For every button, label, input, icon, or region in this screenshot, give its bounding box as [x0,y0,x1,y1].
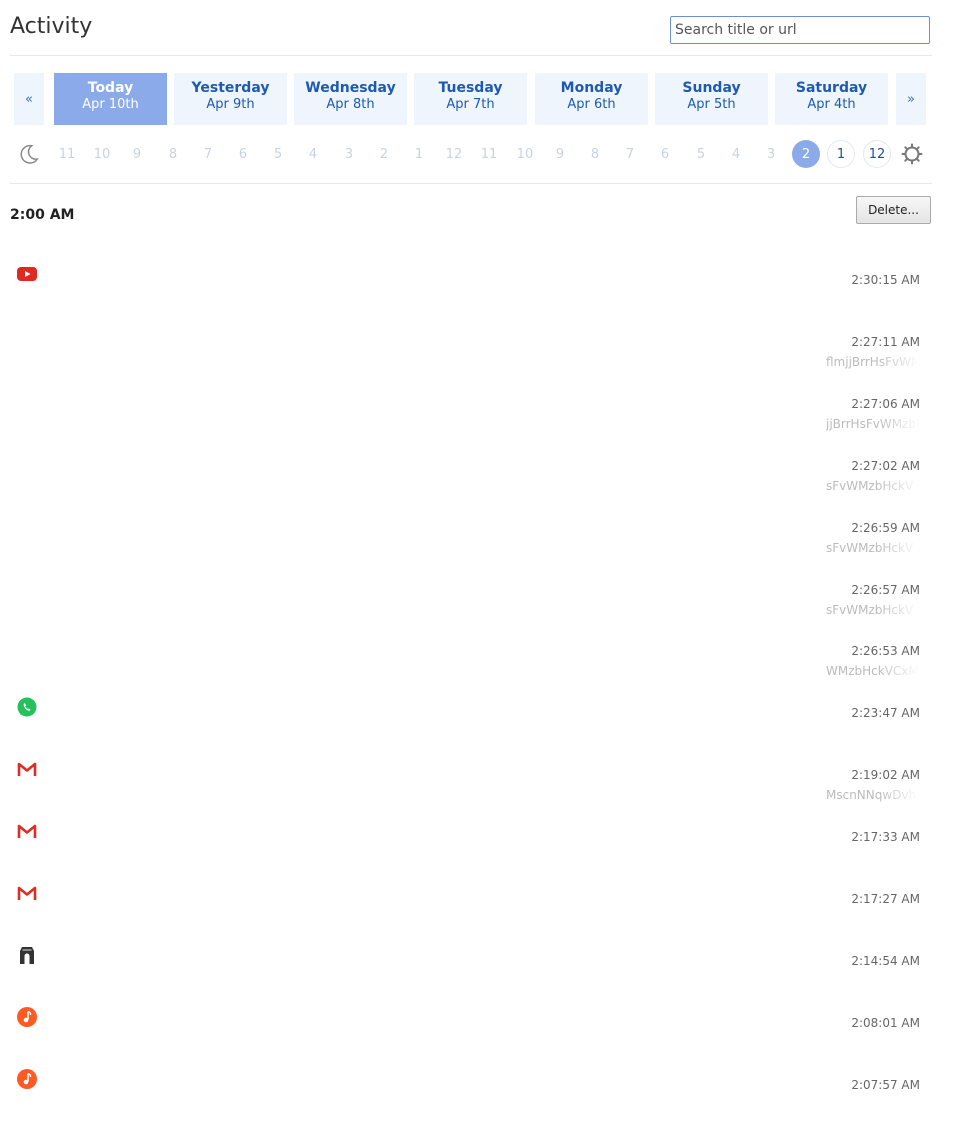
history-entry[interactable]: 2:23:47 AM [10,694,932,754]
day-tab-wednesday[interactable]: Wednesday Apr 8th [294,73,407,125]
hour-button[interactable]: 1 [827,140,855,168]
prev-days-button[interactable]: « [14,73,44,125]
day-tab-date: Apr 9th [206,97,255,112]
entry-url[interactable]: WMzbHckVCxM [826,664,920,678]
history-entry[interactable]: 2:08:01 AM [10,1004,932,1064]
day-tab-sunday[interactable]: Sunday Apr 5th [655,73,768,125]
moon-icon [20,144,39,164]
day-tab-date: Apr 10th [82,97,139,112]
hour-button: 6 [238,146,248,162]
entry-time: 2:14:54 AM [851,954,920,968]
history-entry[interactable]: 2:26:57 AM sFvWMzbHckV [10,571,932,631]
day-tab-name: Monday [560,80,623,96]
hour-button: 3 [766,146,776,162]
delete-button[interactable]: Delete... [856,196,931,224]
gmail-icon [17,824,37,838]
history-entry[interactable]: 2:26:59 AM sFvWMzbHckV [10,509,932,569]
hour-button: 7 [203,146,213,162]
entry-time: 2:27:06 AM [851,397,920,411]
hour-button: 12 [445,146,463,162]
day-tab-monday[interactable]: Monday Apr 6th [535,73,648,125]
hour-button: 7 [625,146,635,162]
header-divider [10,55,932,56]
page-title: Activity [10,14,93,39]
hour-button: 10 [516,146,534,162]
entry-url[interactable]: MscnNNqwDvh [826,788,920,802]
entry-url[interactable]: sFvWMzbHckV [826,603,920,617]
history-entry[interactable]: 2:27:06 AM jjBrrHsFvWMzbH [10,385,932,445]
hour-button: 9 [132,146,142,162]
search-input[interactable] [670,16,930,44]
music-icon [17,1069,37,1089]
entry-url[interactable]: sFvWMzbHckV [826,479,920,493]
day-tab-date: Apr 4th [807,97,856,112]
entry-time: 2:27:02 AM [851,459,920,473]
gmail-icon [17,762,37,776]
entry-url[interactable]: sFvWMzbHckV [826,541,920,555]
day-tab-date: Apr 6th [567,97,616,112]
hour-button[interactable]: 12 [863,140,891,168]
gmail-icon [17,886,37,900]
hour-button: 5 [696,146,706,162]
entry-time: 2:08:01 AM [851,1016,920,1030]
day-tab-name: Sunday [682,80,741,96]
gear-icon[interactable] [900,142,924,166]
entry-url[interactable]: flmjjBrrHsFvWM [826,355,920,369]
history-entry[interactable]: 2:17:27 AM [10,880,932,940]
hour-button: 8 [168,146,178,162]
entry-url[interactable]: jjBrrHsFvWMzbH [826,417,920,431]
history-entry[interactable]: 2:19:02 AM MscnNNqwDvh [10,756,932,816]
day-tab-name: Saturday [795,80,868,96]
hour-button: 11 [58,146,76,162]
hours-divider [10,183,932,184]
hour-button: 3 [344,146,354,162]
section-time-heading: 2:00 AM [10,207,75,223]
day-tab-name: Tuesday [438,80,503,96]
hour-button: 6 [660,146,670,162]
hour-button: 4 [731,146,741,162]
entry-time: 2:26:57 AM [851,583,920,597]
day-tab-tuesday[interactable]: Tuesday Apr 7th [414,73,527,125]
hour-button: 5 [273,146,283,162]
hour-button: 9 [555,146,565,162]
history-entry[interactable]: 2:17:33 AM [10,818,932,878]
entry-time: 2:19:02 AM [851,768,920,782]
hour-button: 10 [93,146,111,162]
hour-button: 11 [480,146,498,162]
music-icon [17,1007,37,1027]
entry-time: 2:26:53 AM [851,644,920,658]
day-tab-name: Yesterday [191,80,270,96]
youtube-icon [17,267,37,281]
hour-button: 2 [379,146,389,162]
arch-icon [20,947,34,964]
day-tab-date: Apr 8th [326,97,375,112]
day-tab-today[interactable]: Today Apr 10th [54,73,167,125]
whatsapp-icon [17,697,37,717]
day-tab-yesterday[interactable]: Yesterday Apr 9th [174,73,287,125]
entry-time: 2:23:47 AM [851,706,920,720]
entry-time: 2:17:27 AM [851,892,920,906]
history-entry[interactable]: 2:14:54 AM [10,942,932,1002]
day-tab-name: Wednesday [305,80,396,96]
day-tab-date: Apr 7th [446,97,495,112]
entry-time: 2:30:15 AM [851,273,920,287]
history-entry[interactable]: 2:27:02 AM sFvWMzbHckV [10,447,932,507]
hour-button: 8 [590,146,600,162]
history-entry[interactable]: 2:26:53 AM WMzbHckVCxM [10,632,932,692]
hour-button: 1 [414,146,424,162]
next-days-button[interactable]: » [896,73,926,125]
day-tab-date: Apr 5th [687,97,736,112]
entry-time: 2:26:59 AM [851,521,920,535]
day-tab-name: Today [87,80,134,96]
entry-time: 2:17:33 AM [851,830,920,844]
hour-button[interactable]: 2 [792,140,820,168]
history-entry[interactable]: 2:27:11 AM flmjjBrrHsFvWM [10,323,932,383]
hour-button: 4 [308,146,318,162]
history-entry[interactable]: 2:30:15 AM [10,261,932,321]
entry-time: 2:27:11 AM [851,335,920,349]
day-tab-saturday[interactable]: Saturday Apr 4th [775,73,888,125]
history-entry[interactable]: 2:07:57 AM [10,1066,932,1126]
entry-time: 2:07:57 AM [851,1078,920,1092]
